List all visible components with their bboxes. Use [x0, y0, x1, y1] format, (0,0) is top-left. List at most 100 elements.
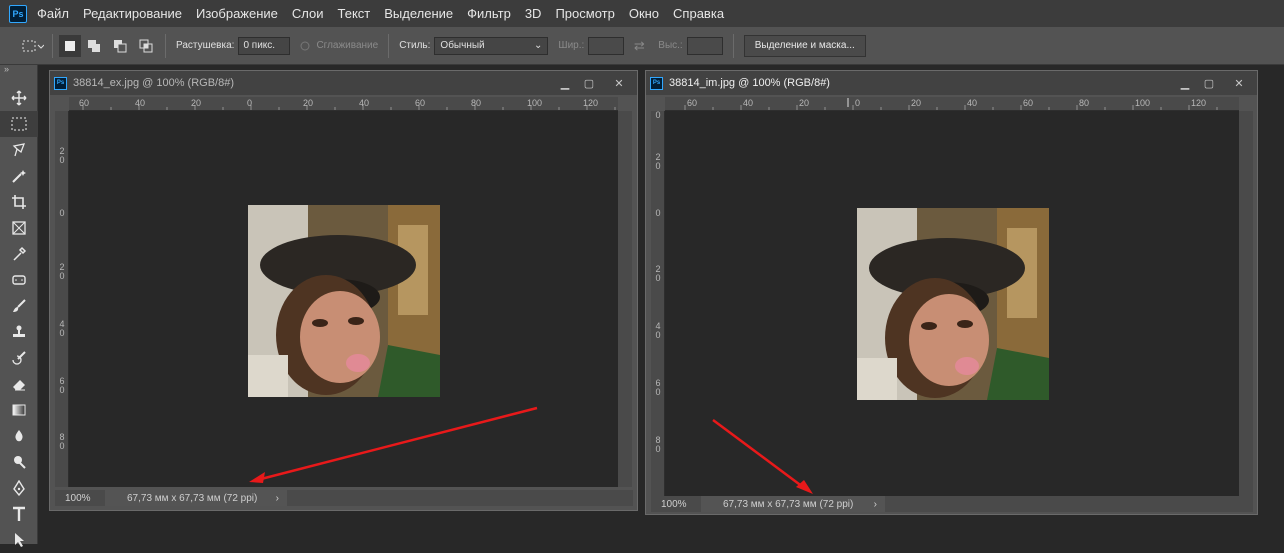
document-canvas[interactable]	[665, 111, 1239, 496]
menu-window[interactable]: Окно	[629, 6, 659, 21]
menu-type[interactable]: Текст	[338, 6, 371, 21]
ruler-tick: 120	[583, 98, 599, 108]
document-info[interactable]: 67,73 мм x 67,73 мм (72 ppi) ›	[701, 496, 885, 512]
magic-wand-icon[interactable]	[0, 163, 38, 189]
ruler-tick: 2 0	[655, 264, 661, 283]
lasso-icon[interactable]	[0, 137, 38, 163]
menu-view[interactable]: Просмотр	[555, 6, 614, 21]
minimize-icon[interactable]: ▁	[1173, 73, 1197, 93]
ruler-tick: 6 0	[59, 376, 65, 395]
divider	[165, 33, 166, 58]
intersect-selection-icon[interactable]	[133, 37, 159, 55]
menu-3d[interactable]: 3D	[525, 6, 542, 21]
ruler-tick: 0	[247, 98, 253, 108]
options-bar: Растушевка: 0 пикс. Сглаживание Стиль: О…	[0, 27, 1284, 65]
eyedropper-icon[interactable]	[0, 241, 38, 267]
close-icon[interactable]: ✕	[601, 73, 637, 93]
zoom-level[interactable]: 100%	[55, 493, 105, 504]
select-and-mask-button[interactable]: Выделение и маска...	[743, 34, 866, 57]
path-select-icon[interactable]	[0, 527, 38, 553]
feather-input[interactable]: 0 пикс.	[238, 36, 291, 55]
document-titlebar[interactable]: Ps 38814_ex.jpg @ 100% (RGB/8#) ▁ ▢ ✕	[50, 71, 637, 95]
add-selection-icon[interactable]	[81, 37, 107, 55]
menu-select[interactable]: Выделение	[384, 6, 453, 21]
maximize-icon[interactable]: ▢	[577, 73, 601, 93]
document-window-2[interactable]: Ps 38814_im.jpg @ 100% (RGB/8#) ▁ ▢ ✕ 60…	[645, 70, 1258, 515]
marquee-preset-icon[interactable]	[20, 37, 46, 55]
marquee-icon[interactable]	[0, 111, 38, 137]
height-input[interactable]	[686, 36, 723, 55]
swap-icon[interactable]: ⇄	[624, 37, 654, 55]
ruler-tick: 100	[1135, 98, 1151, 108]
ruler-tick: 20	[911, 98, 922, 108]
width-input[interactable]	[588, 36, 625, 55]
collapse-icon[interactable]: »	[0, 65, 37, 85]
clone-stamp-icon[interactable]	[0, 319, 38, 345]
photoshop-logo: Ps	[9, 4, 27, 23]
antialias-checkbox[interactable]	[298, 37, 312, 55]
pen-icon[interactable]	[0, 475, 38, 501]
document-window-1[interactable]: Ps 38814_ex.jpg @ 100% (RGB/8#) ▁ ▢ ✕ 60…	[49, 70, 638, 511]
close-icon[interactable]: ✕	[1221, 73, 1257, 93]
document-title: 38814_ex.jpg @ 100% (RGB/8#)	[73, 77, 234, 89]
menu-file[interactable]: Файл	[37, 6, 69, 21]
menu-edit[interactable]: Редактирование	[83, 6, 182, 21]
ruler-tick: 4 0	[655, 321, 661, 340]
frame-icon[interactable]	[0, 215, 38, 241]
subtract-selection-icon[interactable]	[107, 37, 133, 55]
tools-panel: »	[0, 65, 38, 547]
chevron-right-icon[interactable]: ›	[276, 493, 287, 504]
zoom-level[interactable]: 100%	[651, 499, 701, 510]
style-select-value: Обычный	[440, 40, 485, 51]
document-size-text: 67,73 мм x 67,73 мм (72 ppi)	[127, 492, 258, 504]
ruler-tick: 80	[471, 98, 482, 108]
menu-layers[interactable]: Слои	[292, 6, 324, 21]
blur-icon[interactable]	[0, 423, 38, 449]
ruler-tick: 2 0	[59, 262, 65, 281]
horizontal-ruler: 60 40 20 0 20 40 60 80 100 120	[665, 97, 1239, 111]
type-icon[interactable]	[0, 501, 38, 527]
gradient-icon[interactable]	[0, 397, 38, 423]
photoshop-logo-icon: Ps	[650, 76, 663, 90]
vertical-ruler: 0 2 0 0 2 0 4 0 6 0 8 0	[651, 111, 665, 496]
divider	[732, 33, 734, 58]
ruler-tick: 2 0	[59, 146, 65, 165]
menu-help[interactable]: Справка	[673, 6, 724, 21]
maximize-icon[interactable]: ▢	[1197, 73, 1221, 93]
photoshop-logo-icon: Ps	[54, 76, 67, 90]
menu-bar: Ps Файл Редактирование Изображение Слои …	[0, 0, 1284, 27]
document-info[interactable]: 67,73 мм x 67,73 мм (72 ppi) ›	[105, 490, 287, 506]
ruler-tick: 0	[655, 111, 661, 120]
vertical-scrollbar[interactable]	[1239, 111, 1253, 496]
new-selection-icon[interactable]	[59, 34, 81, 57]
crop-icon[interactable]	[0, 189, 38, 215]
minimize-icon[interactable]: ▁	[553, 73, 577, 93]
brush-icon[interactable]	[0, 293, 38, 319]
document-canvas[interactable]	[69, 111, 618, 487]
ruler-tick: 100	[527, 98, 543, 108]
move-icon[interactable]	[0, 85, 38, 111]
ruler-tick: 40	[967, 98, 978, 108]
healing-brush-icon[interactable]	[0, 267, 38, 293]
ruler-tick: 0	[59, 208, 65, 218]
ruler-tick: 20	[191, 98, 202, 108]
ruler-tick: 40	[135, 98, 146, 108]
ruler-tick: 2 0	[655, 152, 661, 171]
vertical-scrollbar[interactable]	[618, 111, 632, 487]
eraser-icon[interactable]	[0, 371, 38, 397]
status-bar: 100% 67,73 мм x 67,73 мм (72 ppi) ›	[651, 496, 1253, 512]
ruler-tick: 40	[359, 98, 370, 108]
menu-image[interactable]: Изображение	[196, 6, 278, 21]
ruler-tick: 60	[79, 98, 90, 108]
history-brush-icon[interactable]	[0, 345, 38, 371]
style-select[interactable]: Обычный ⌄	[434, 36, 549, 55]
chevron-right-icon[interactable]: ›	[874, 499, 885, 510]
ruler-tick: 6 0	[655, 378, 661, 397]
menu-filter[interactable]: Фильтр	[467, 6, 511, 21]
ruler-tick: 120	[1191, 98, 1207, 108]
ruler-tick: 8 0	[59, 432, 65, 451]
divider	[388, 33, 390, 58]
dodge-icon[interactable]	[0, 449, 38, 475]
document-titlebar[interactable]: Ps 38814_im.jpg @ 100% (RGB/8#) ▁ ▢ ✕	[646, 71, 1257, 95]
status-bar: 100% 67,73 мм x 67,73 мм (72 ppi) ›	[55, 490, 633, 506]
